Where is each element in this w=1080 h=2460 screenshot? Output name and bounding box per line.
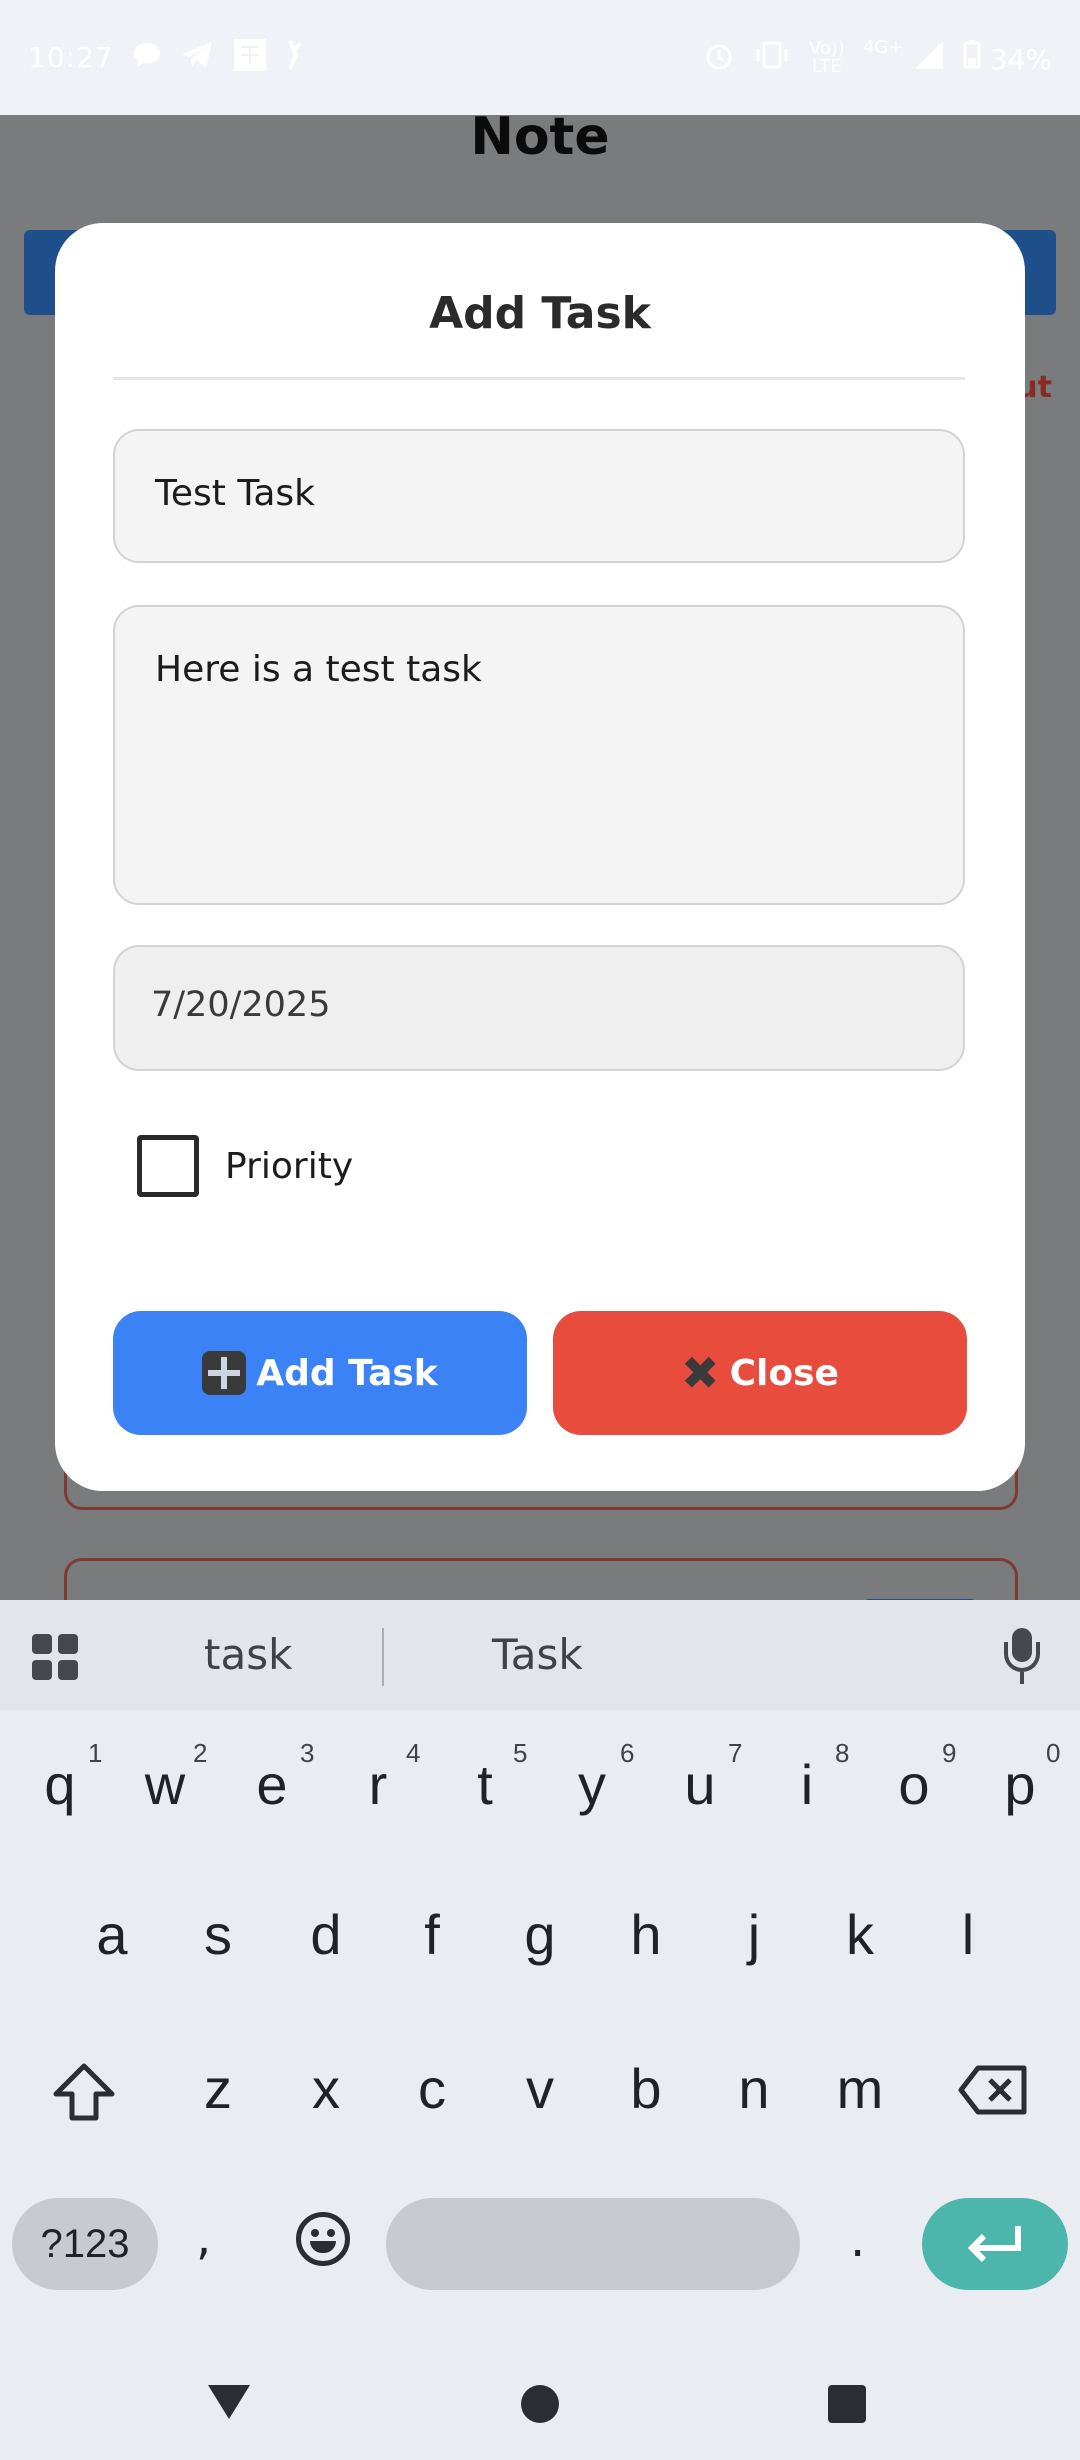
space-key[interactable] <box>386 2198 800 2290</box>
chat-notification-icon <box>132 41 162 75</box>
suggestion-item[interactable]: Task <box>492 1630 583 1679</box>
plus-icon <box>202 1351 247 1395</box>
key-h[interactable]: h <box>596 1902 696 1967</box>
dialog-divider <box>113 377 965 380</box>
screen: 10:27 Vo)) LTE 4G+ 34% Note ut Add Task … <box>0 0 1080 2460</box>
key-period[interactable]: . <box>850 2212 865 2268</box>
key-b[interactable]: b <box>596 2056 696 2121</box>
task-date-input[interactable]: 7/20/2025 <box>113 945 965 1071</box>
key-comma[interactable]: , <box>196 2210 211 2266</box>
shift-icon[interactable] <box>52 2062 116 2122</box>
battery-indicator: 34% <box>963 39 1052 76</box>
lte-label: LTE <box>811 55 842 77</box>
key-c[interactable]: c <box>382 2056 482 2121</box>
key-f[interactable]: f <box>382 1902 482 1967</box>
priority-checkbox[interactable] <box>137 1135 199 1197</box>
status-bar-left: 10:27 <box>28 37 306 79</box>
key-hint-number: 9 <box>942 1738 957 1768</box>
key-hint-number: 8 <box>835 1738 850 1768</box>
key-l[interactable]: l <box>918 1902 1018 1967</box>
task-description-textarea[interactable]: Here is a test task <box>113 605 965 905</box>
task-description-value: Here is a test task <box>155 649 482 690</box>
add-task-dialog: Add Task Test Task Here is a test task 7… <box>55 223 1025 1491</box>
priority-row: Priority <box>137 1135 353 1197</box>
microphone-icon[interactable] <box>1004 1628 1040 1684</box>
enter-key[interactable] <box>922 2198 1068 2290</box>
key-z[interactable]: z <box>168 2056 268 2121</box>
key-n[interactable]: n <box>704 2056 804 2121</box>
battery-percent: 34% <box>989 43 1052 76</box>
task-date-value: 7/20/2025 <box>151 985 331 1025</box>
key-a[interactable]: a <box>62 1902 162 1967</box>
key-g[interactable]: g <box>490 1902 590 1967</box>
close-button[interactable]: ✖ Close <box>553 1311 967 1435</box>
telegram-icon <box>180 40 214 76</box>
symbols-key[interactable]: ?123 <box>12 2198 158 2290</box>
grid-app-icon <box>232 37 268 79</box>
key-hint-number: 6 <box>620 1738 635 1768</box>
priority-label: Priority <box>225 1145 354 1187</box>
status-bar: 10:27 Vo)) LTE 4G+ 34% <box>0 0 1080 115</box>
alarm-icon <box>703 39 735 77</box>
signal-icon: 4G+ <box>862 36 945 77</box>
task-title-value: Test Task <box>155 473 316 514</box>
add-task-button-label: Add Task <box>256 1352 438 1394</box>
key-hint-number: 2 <box>193 1738 208 1768</box>
navigation-bar <box>0 2340 1080 2460</box>
key-hint-number: 1 <box>88 1738 103 1768</box>
key-hint-number: 4 <box>406 1738 421 1768</box>
close-button-label: Close <box>729 1352 839 1394</box>
key-s[interactable]: s <box>168 1902 268 1967</box>
key-j[interactable]: j <box>704 1902 804 1967</box>
volte-label: Vo)) <box>808 37 845 59</box>
cross-icon: ✖ <box>681 1346 720 1400</box>
page-title: Note <box>470 107 610 167</box>
dialog-title: Add Task <box>429 288 651 339</box>
key-hint-number: 3 <box>300 1738 315 1768</box>
suggestion-item[interactable]: task <box>204 1630 292 1679</box>
apps-grid-icon[interactable] <box>32 1634 80 1680</box>
status-bar-right: Vo)) LTE 4G+ 34% <box>703 36 1052 77</box>
key-x[interactable]: x <box>276 2056 376 2121</box>
soft-keyboard: task Task q w e r t y u i o p 1 2 3 4 5 … <box>0 1600 1080 2460</box>
home-icon[interactable] <box>521 2385 559 2423</box>
key-hint-number: 0 <box>1046 1738 1061 1768</box>
rupee-icon <box>286 39 306 77</box>
key-v[interactable]: v <box>490 2056 590 2121</box>
vibrate-icon <box>753 40 791 76</box>
recents-icon[interactable] <box>828 2385 866 2423</box>
key-d[interactable]: d <box>276 1902 376 1967</box>
enter-arrow-icon <box>967 2226 1021 2263</box>
suggestion-divider <box>382 1628 384 1686</box>
task-title-input[interactable]: Test Task <box>113 429 965 563</box>
status-time: 10:27 <box>28 41 114 74</box>
key-hint-number: 5 <box>513 1738 528 1768</box>
key-k[interactable]: k <box>810 1902 910 1967</box>
emoji-icon[interactable] <box>296 2212 350 2266</box>
key-m[interactable]: m <box>810 2056 910 2121</box>
suggestion-strip: task Task <box>0 1600 1080 1710</box>
backspace-icon[interactable] <box>958 2064 1028 2116</box>
network-type-label: 4G+ <box>862 36 904 58</box>
back-icon[interactable] <box>208 2385 250 2419</box>
add-task-button[interactable]: Add Task <box>113 1311 527 1435</box>
key-hint-number: 7 <box>728 1738 743 1768</box>
volte-indicator: Vo)) LTE <box>808 37 845 77</box>
